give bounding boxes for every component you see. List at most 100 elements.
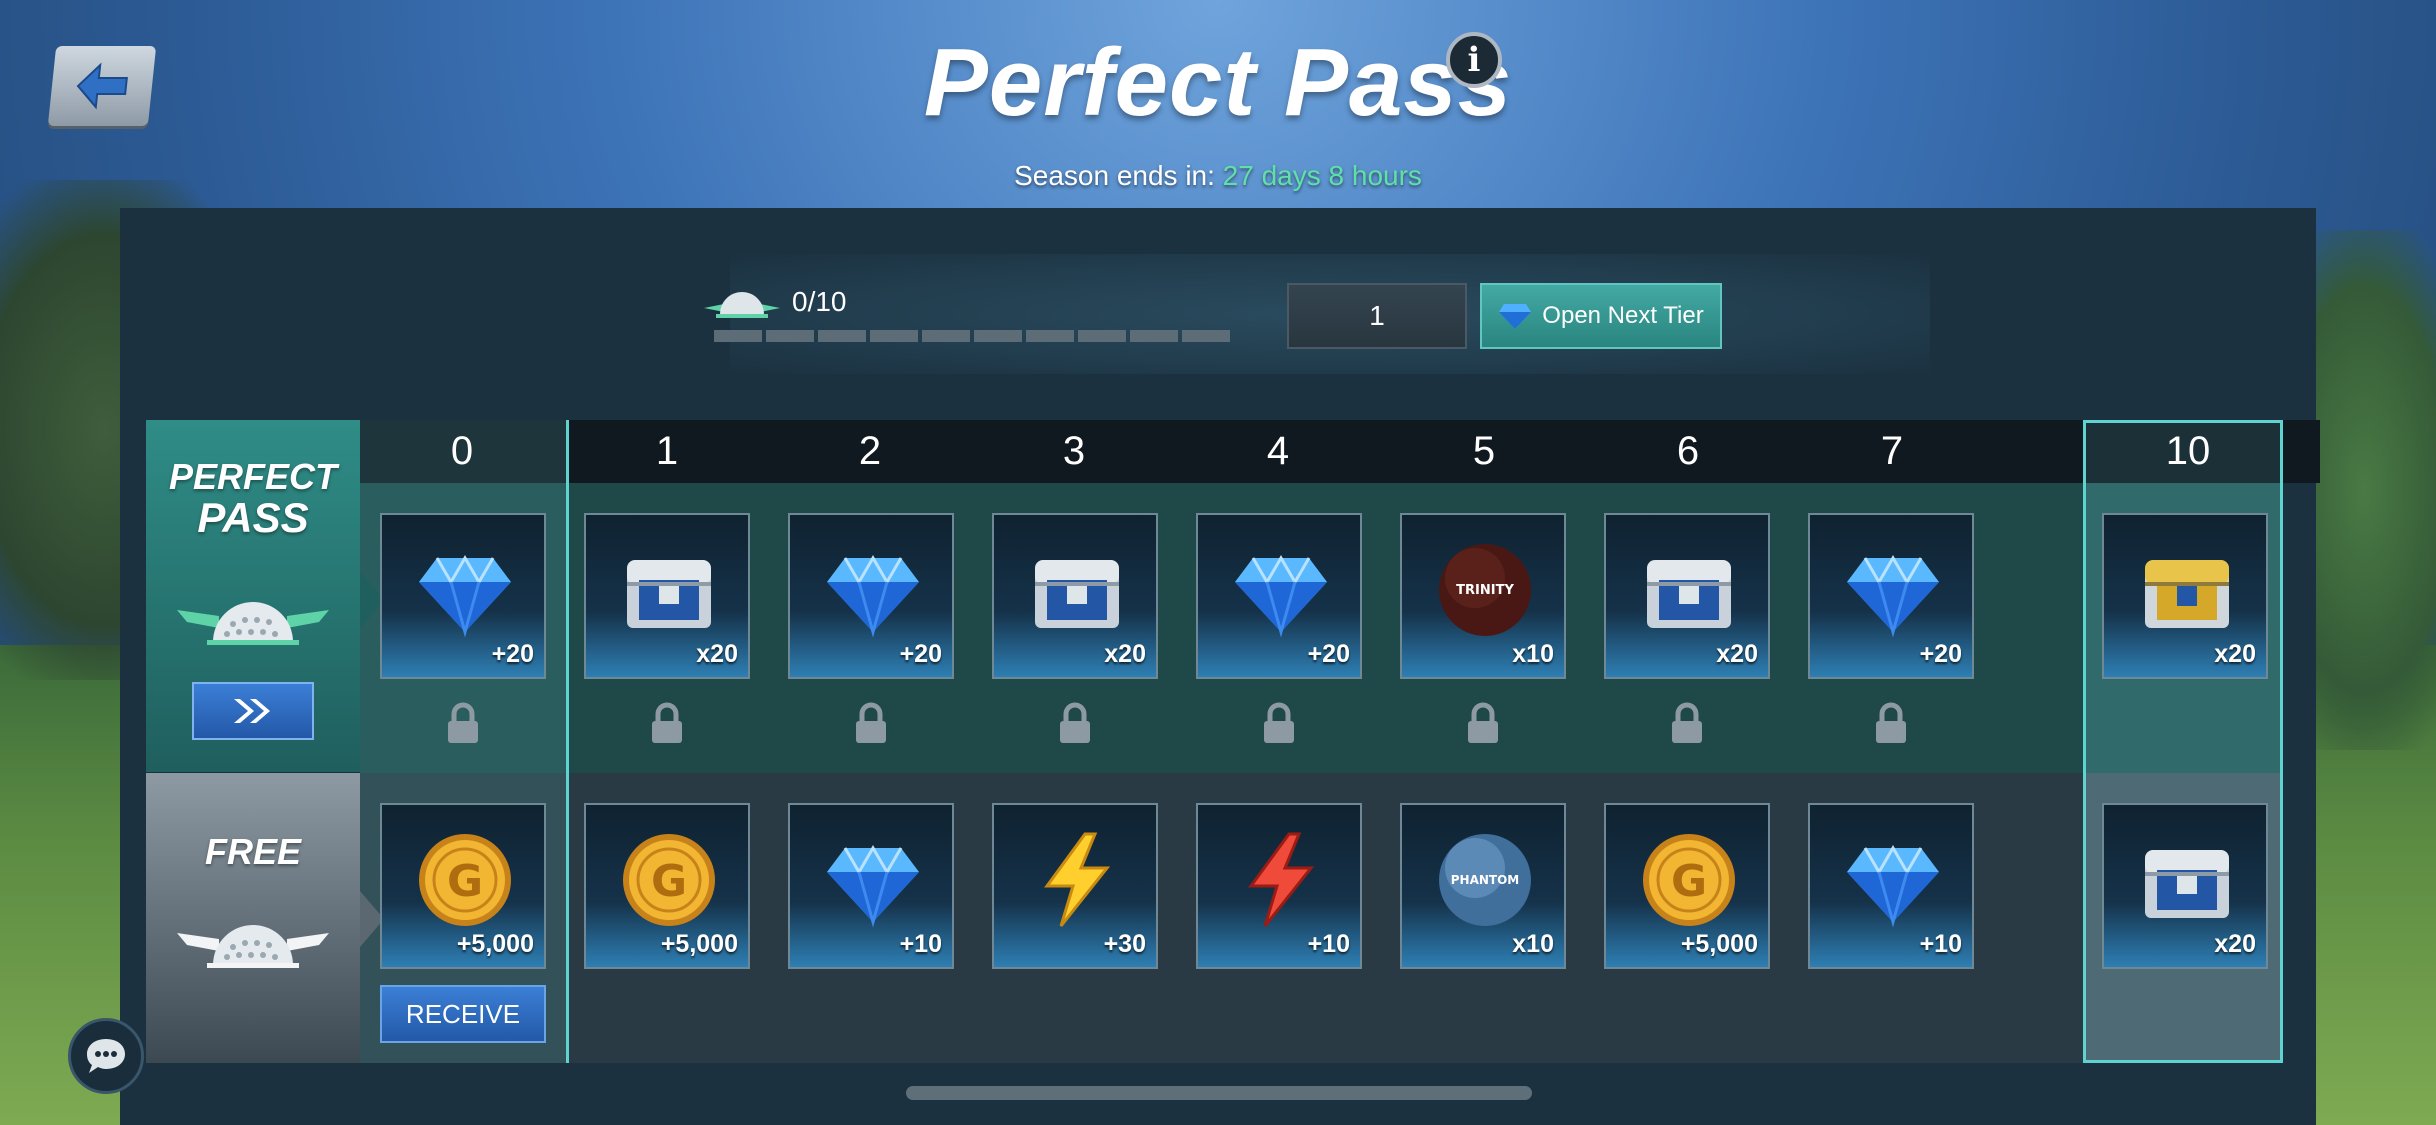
golf-ball-dark-icon: TRINITY xyxy=(1439,544,1531,636)
chest-icon xyxy=(1035,560,1119,628)
perfect-pass-label-line1: PERFECT xyxy=(168,456,337,497)
reward-card[interactable]: x20 xyxy=(2102,803,2268,969)
skip-forward-button[interactable] xyxy=(192,682,314,740)
tier-number: 1 xyxy=(655,429,679,473)
svg-text:G: G xyxy=(651,856,687,907)
golf-ball-wings-icon xyxy=(704,292,780,318)
progress-segment xyxy=(1078,330,1126,342)
reward-quantity: x20 xyxy=(2214,930,2256,958)
reward-card[interactable]: G +5,000 xyxy=(584,803,750,969)
page-title: Perfect Pass xyxy=(923,29,1513,136)
reward-card[interactable]: x20 xyxy=(2102,513,2268,679)
season-label: Season ends in: xyxy=(1014,160,1215,191)
open-next-tier-label: Open Next Tier xyxy=(1542,302,1704,329)
progress-segment xyxy=(714,330,762,342)
gem-icon xyxy=(1847,555,1939,638)
season-countdown: Season ends in: 27 days 8 hours xyxy=(0,160,2436,192)
gem-icon xyxy=(1499,304,1532,329)
golf-ball-blue-icon: PHANTOM xyxy=(1439,834,1531,926)
reward-card[interactable]: x20 xyxy=(1604,513,1770,679)
reward-quantity: x20 xyxy=(2214,640,2256,668)
lock-icon xyxy=(1060,702,1090,743)
reward-quantity: x10 xyxy=(1512,930,1554,958)
svg-text:G: G xyxy=(447,856,483,907)
yellow-bolt-icon xyxy=(1044,832,1111,927)
reward-quantity: +10 xyxy=(1307,930,1350,958)
tier-quantity-field[interactable]: 1 xyxy=(1287,283,1467,349)
reward-card[interactable]: +20 xyxy=(380,513,546,679)
chest-icon xyxy=(2145,850,2229,918)
info-button[interactable]: i xyxy=(1446,32,1502,88)
reward-card[interactable]: +10 xyxy=(788,803,954,969)
reward-quantity: +20 xyxy=(899,640,942,668)
reward-card[interactable]: +20 xyxy=(1196,513,1362,679)
gem-icon xyxy=(827,555,919,638)
progress-bar xyxy=(714,330,1230,342)
lock-icon xyxy=(856,702,886,743)
gold-chest-icon xyxy=(2145,560,2229,628)
info-icon: i xyxy=(1467,40,1481,80)
reward-quantity: x20 xyxy=(1104,640,1146,668)
reward-quantity: +5,000 xyxy=(1680,930,1758,958)
progress-segment xyxy=(1130,330,1178,342)
reward-quantity: x20 xyxy=(1716,640,1758,668)
reward-card[interactable]: +20 xyxy=(788,513,954,679)
tier-number: 7 xyxy=(1880,429,1904,473)
tier-number: 0 xyxy=(450,429,474,473)
progress-segment xyxy=(922,330,970,342)
receive-button[interactable]: RECEIVE xyxy=(380,985,546,1043)
reward-card[interactable]: G +5,000 xyxy=(1604,803,1770,969)
lock-icon xyxy=(448,702,478,743)
svg-text:G: G xyxy=(1671,856,1707,907)
pass-panel: 0/10 1 Open Next Tier PERFECT PASS FREE … xyxy=(120,208,2320,1125)
reward-quantity: +20 xyxy=(1307,640,1350,668)
horizontal-scrollbar[interactable] xyxy=(906,1086,1532,1100)
reward-card[interactable]: +10 xyxy=(1196,803,1362,969)
progress-segment xyxy=(1182,330,1230,342)
free-label: FREE xyxy=(204,831,301,872)
progress-segment xyxy=(818,330,866,342)
gem-icon xyxy=(1235,555,1327,638)
lock-icon xyxy=(652,702,682,743)
perfect-pass-label-line2: PASS xyxy=(197,494,309,541)
svg-text:TRINITY: TRINITY xyxy=(1456,583,1514,598)
season-time: 27 days 8 hours xyxy=(1222,160,1422,191)
reward-card[interactable]: PHANTOM x10 xyxy=(1400,803,1566,969)
tier-number: 4 xyxy=(1266,429,1290,473)
gem-icon xyxy=(827,845,919,928)
reward-quantity: +5,000 xyxy=(660,930,738,958)
golf-ball-wings-icon xyxy=(177,602,329,645)
reward-card[interactable]: +10 xyxy=(1808,803,1974,969)
lock-icon xyxy=(1876,702,1906,743)
reward-card[interactable]: x20 xyxy=(584,513,750,679)
tier-number: 5 xyxy=(1472,429,1496,473)
tier-number: 2 xyxy=(858,429,882,473)
progress-segment xyxy=(974,330,1022,342)
gem-icon xyxy=(419,555,511,638)
reward-quantity: x20 xyxy=(696,640,738,668)
open-next-tier-button[interactable]: Open Next Tier xyxy=(1480,283,1722,349)
progress-count: 0/10 xyxy=(792,286,847,317)
progress-segment xyxy=(870,330,918,342)
reward-quantity: +30 xyxy=(1103,930,1146,958)
tier-number: 3 xyxy=(1062,429,1086,473)
gem-icon xyxy=(1847,845,1939,928)
perfect-pass-row-label: PERFECT PASS xyxy=(146,420,384,772)
lock-icon xyxy=(1468,702,1498,743)
reward-card[interactable]: x20 xyxy=(992,513,1158,679)
reward-quantity: +20 xyxy=(1919,640,1962,668)
reward-card[interactable]: G +5,000 xyxy=(380,803,546,969)
chest-icon xyxy=(1647,560,1731,628)
reward-card[interactable]: +20 xyxy=(1808,513,1974,679)
gold-coin-icon: G xyxy=(623,834,715,926)
reward-card[interactable]: TRINITY x10 xyxy=(1400,513,1566,679)
lock-icon xyxy=(1672,702,1702,743)
free-row-label: FREE xyxy=(146,773,384,1063)
double-chevron-icon xyxy=(234,699,270,723)
chat-button[interactable] xyxy=(68,1018,144,1094)
reward-card[interactable]: +30 xyxy=(992,803,1158,969)
golf-ball-wings-icon xyxy=(177,925,329,968)
tier-number: 6 xyxy=(1676,429,1700,473)
chest-icon xyxy=(627,560,711,628)
reward-quantity: +20 xyxy=(491,640,534,668)
